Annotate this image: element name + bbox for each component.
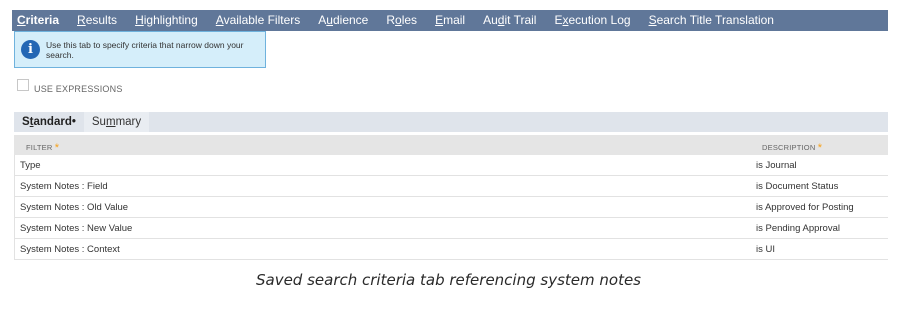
criteria-help-tooltip: i Use this tab to specify criteria that … (14, 31, 266, 68)
subtab-standard[interactable]: St andard • (14, 112, 84, 132)
description-cell: is Document Status (756, 181, 839, 192)
info-icon: i (21, 40, 40, 59)
table-row[interactable]: System Notes : Old Value is Approved for… (15, 197, 888, 218)
main-tab-bar: Criteria Results Highlighting Available … (12, 10, 888, 31)
use-expressions-toggle[interactable]: USE EXPRESSIONS (17, 79, 123, 94)
subtab-summary[interactable]: Su m mary (83, 112, 150, 132)
tab-results[interactable]: Results (68, 10, 126, 31)
tab-email[interactable]: Email (426, 10, 474, 31)
criteria-table-body: Type is Journal System Notes : Field is … (14, 155, 888, 260)
required-asterisk: * (54, 142, 60, 154)
table-row[interactable]: System Notes : Context is UI (15, 239, 888, 260)
filter-column-header: FILTER * (26, 142, 60, 154)
description-column-header: DESCRIPTION * (762, 142, 823, 154)
description-cell: is Pending Approval (756, 223, 840, 234)
table-row[interactable]: System Notes : Field is Document Status (15, 176, 888, 197)
use-expressions-checkbox[interactable] (17, 79, 29, 91)
tooltip-text: Use this tab to specify criteria that na… (46, 39, 244, 60)
description-cell: is UI (756, 244, 775, 255)
description-cell: is Approved for Posting (756, 202, 854, 213)
tab-audit-trail[interactable]: Audit Trail (474, 10, 545, 31)
tab-available-filters[interactable]: Available Filters (207, 10, 310, 31)
use-expressions-label: USE EXPRESSIONS (34, 84, 123, 94)
tab-highlighting[interactable]: Highlighting (126, 10, 207, 31)
tab-roles[interactable]: Roles (377, 10, 426, 31)
figure-caption: Saved search criteria tab referencing sy… (255, 271, 641, 289)
tab-audience[interactable]: Audience (309, 10, 377, 31)
filter-cell: System Notes : New Value (20, 223, 133, 234)
tab-execution-log[interactable]: Execution Log (545, 10, 639, 31)
tab-search-title-translation[interactable]: Search Title Translation (640, 10, 783, 31)
criteria-table-header: FILTER * DESCRIPTION * (14, 135, 888, 155)
description-cell: is Journal (756, 160, 797, 171)
filter-cell: System Notes : Context (20, 244, 120, 255)
required-asterisk: * (817, 142, 823, 154)
filter-cell: Type (20, 160, 41, 171)
filter-cell: System Notes : Field (20, 181, 108, 192)
table-row[interactable]: System Notes : New Value is Pending Appr… (15, 218, 888, 239)
criteria-subtab-bar: St andard • Su m mary (14, 112, 888, 132)
tab-criteria[interactable]: Criteria (12, 10, 68, 31)
filter-cell: System Notes : Old Value (20, 202, 129, 213)
table-row[interactable]: Type is Journal (15, 155, 888, 176)
